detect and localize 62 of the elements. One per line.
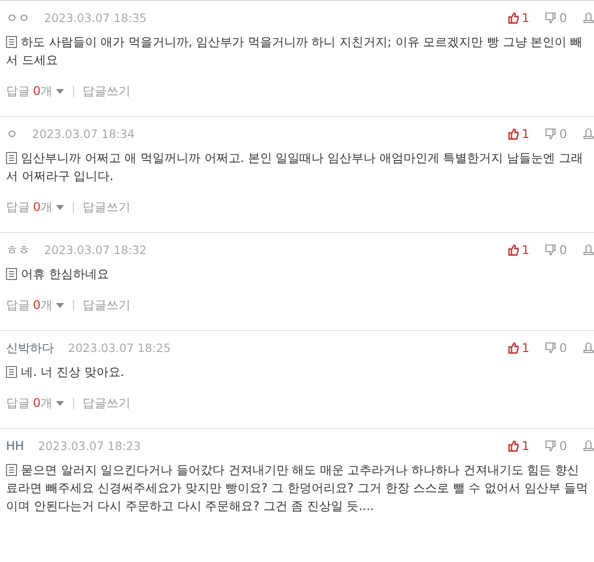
caret-icon [56, 205, 64, 210]
thumbs-down-icon [545, 12, 556, 24]
comment-date: 2023.03.07 18:32 [44, 243, 147, 257]
dislike-button[interactable]: 0 [545, 243, 567, 257]
write-reply-link[interactable]: 답글쓰기 [82, 83, 131, 100]
dislike-button[interactable]: 0 [545, 11, 567, 25]
like-button[interactable]: 1 [508, 127, 530, 141]
caret-icon [56, 303, 64, 308]
comment-author: ㅎㅎ [6, 242, 30, 258]
memo-icon [6, 464, 17, 476]
comment-author: ㅇ [6, 126, 18, 142]
thumbs-down-icon [545, 244, 556, 256]
reply-count-toggle[interactable]: 답글 0개 [6, 297, 64, 314]
thumbs-up-icon [508, 128, 519, 140]
write-reply-link[interactable]: 답글쓰기 [82, 199, 131, 216]
thumbs-up-icon [508, 342, 519, 354]
comment-text: 하도 사람들이 애가 먹을거니까, 임산부가 먹을거니까 하니 지친거지; 이유 모르겠지만 빵 그냥 본인이 빼서 드세요 [6, 34, 584, 69]
memo-icon [6, 366, 17, 378]
report-button[interactable] [583, 128, 594, 140]
like-button[interactable]: 1 [508, 243, 530, 257]
memo-icon [6, 268, 17, 280]
report-button[interactable] [583, 440, 594, 452]
like-button[interactable]: 1 [508, 341, 530, 355]
reply-count-toggle[interactable]: 답글 0개 [6, 199, 64, 216]
bell-icon [583, 342, 594, 354]
memo-icon [6, 36, 17, 48]
bell-icon [583, 128, 594, 140]
dislike-button[interactable]: 0 [545, 127, 567, 141]
caret-icon [56, 89, 64, 94]
comment-text: 임산부니까 어쩌고 애 먹일꺼니까 어쩌고. 본인 일일때나 임산부나 애엄마인게 특별한거지 남들눈엔 그래서 어쩌라구 입니다. [6, 150, 584, 185]
comment-date: 2023.03.07 18:34 [32, 127, 135, 141]
write-reply-link[interactable]: 답글쓰기 [82, 395, 131, 412]
caret-icon [56, 401, 64, 406]
report-button[interactable] [583, 342, 594, 354]
thumbs-up-icon [508, 12, 519, 24]
dislike-button[interactable]: 0 [545, 341, 567, 355]
comment-date: 2023.03.07 18:35 [44, 11, 147, 25]
like-button[interactable]: 1 [508, 439, 530, 453]
thumbs-down-icon [545, 440, 556, 452]
like-button[interactable]: 1 [508, 11, 530, 25]
thumbs-down-icon [545, 128, 556, 140]
thumbs-up-icon [508, 244, 519, 256]
comment-author: ㅇㅇ [6, 10, 30, 26]
write-reply-link[interactable]: 답글쓰기 [82, 297, 131, 314]
report-button[interactable] [583, 12, 594, 24]
comment-text: 어휴 한심하네요 [6, 265, 594, 283]
bell-icon [583, 440, 594, 452]
thumbs-up-icon [508, 440, 519, 452]
bell-icon [583, 244, 594, 256]
comment-text: 네. 너 진상 맞아요. [6, 363, 594, 381]
bell-icon [583, 12, 594, 24]
comment-author: HH [6, 439, 24, 453]
report-button[interactable] [583, 244, 594, 256]
memo-icon [6, 152, 17, 164]
comment-date: 2023.03.07 18:25 [68, 341, 171, 355]
reply-count-toggle[interactable]: 답글 0개 [6, 395, 64, 412]
comment-date: 2023.03.07 18:23 [38, 439, 141, 453]
comment-author: 신박하다 [6, 340, 54, 356]
reply-count-toggle[interactable]: 답글 0개 [6, 83, 64, 100]
thumbs-down-icon [545, 342, 556, 354]
comment-text: 묻으면 알러지 일으킨다거나 들어갔다 건져내기만 해도 매운 고추라거나 하나하나 건져내기도 힘든 향신료라면 빼주세요 신경써주세요가 맞지만 빵이요? 그 한덩어리요? 그거 한장 스스로 뺄 수 없어서 임산부 들먹이며 안된다는거 다시 주문하고 다시 주문해요? 그건 좀 진상일 듯.... [6, 462, 590, 515]
dislike-button[interactable]: 0 [545, 439, 567, 453]
